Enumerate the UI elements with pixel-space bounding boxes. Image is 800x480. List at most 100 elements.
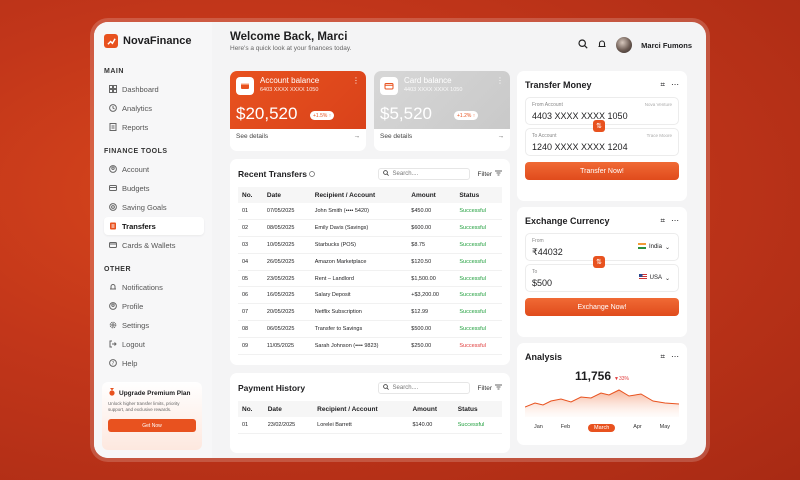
exchange-title: Exchange Currency (525, 216, 610, 226)
arrow-right-icon[interactable]: → (498, 133, 505, 140)
sidebar-item-notifications[interactable]: Notifications (104, 278, 204, 296)
card-growth-badge: +1.2% ↑ (454, 111, 479, 120)
card-balance-card[interactable]: Card balance 4403 XXXX XXXX 1050 ⋮ $5,52… (374, 71, 510, 151)
account-balance-card[interactable]: Account balance 6403 XXXX XXXX 1050 ⋮ $2… (230, 71, 366, 151)
sidebar-item-budgets[interactable]: Budgets (104, 179, 204, 197)
panel-title-text: Recent Transfers (238, 169, 307, 179)
table-row[interactable]: 03 10/05/2025 Starbucks (POS) $8.75 Successf… (238, 236, 502, 254)
table-row[interactable]: 01 23/02/2025 Lorelei Barrett $140.00 Succes… (238, 417, 502, 435)
search-input[interactable]: Search.... (377, 382, 470, 394)
cell-recipient: John Smith (•••• 5420) (310, 203, 408, 221)
cell-recipient: Sarah Johnson (•••• 9823) (310, 337, 408, 355)
cell-amount: $500.00 (407, 320, 456, 338)
scan-icon[interactable]: ⌗ (660, 216, 665, 226)
cell-date: 08/05/2025 (262, 219, 311, 238)
grid-icon (108, 85, 117, 94)
exchange-now-button[interactable]: Exchange Now! (525, 298, 679, 316)
more-icon[interactable]: ⋮ (352, 76, 360, 85)
sidebar-item-settings[interactable]: Settings (104, 316, 204, 334)
svg-text:?: ? (111, 361, 114, 367)
sidebar-item-label: Budgets (122, 183, 150, 193)
bell-icon[interactable] (597, 36, 607, 54)
search-input[interactable]: Search.... (377, 168, 470, 180)
sidebar-item-saving-goals[interactable]: Saving Goals (104, 198, 204, 216)
cell-no: 02 (238, 219, 263, 238)
search-icon[interactable] (578, 36, 588, 54)
currency-select-from[interactable]: India ⌄ (637, 243, 670, 251)
app-window: NovaFinance MAIN Dashboard Analytics Rep… (94, 22, 706, 458)
card-number: 4403 XXXX XXXX 1050 (404, 87, 463, 93)
cell-amount: $600.00 (407, 219, 456, 238)
exchange-to-field[interactable]: To $500 USA ⌄ (525, 264, 679, 292)
month-march[interactable]: March (588, 424, 616, 432)
more-icon[interactable]: ⋯ (671, 80, 679, 90)
chevron-down-icon: ⌄ (664, 244, 670, 251)
sidebar-item-analytics[interactable]: Analytics (104, 99, 204, 117)
sidebar-item-cards-wallets[interactable]: Cards & Wallets (104, 236, 204, 254)
logout-icon (108, 340, 117, 349)
get-now-button[interactable]: Get Now (108, 419, 196, 433)
left-column: Account balance 6403 XXXX XXXX 1050 ⋮ $2… (230, 71, 510, 453)
card-icon (108, 241, 117, 250)
sidebar-item-transfers[interactable]: Transfers (104, 217, 204, 235)
sidebar-item-label: Notifications (122, 282, 163, 292)
sidebar-item-profile[interactable]: Profile (104, 297, 204, 315)
more-icon[interactable]: ⋯ (671, 216, 679, 226)
cell-recipient: Emily Davis (Savings) (310, 219, 408, 238)
cell-recipient: Netflix Subscription (310, 303, 408, 322)
arrow-right-icon[interactable]: → (354, 133, 361, 140)
cell-status: Successful (455, 286, 502, 305)
swap-accounts-button[interactable]: ⇅ (593, 120, 605, 132)
scan-icon[interactable]: ⌗ (660, 352, 665, 362)
sidebar-item-logout[interactable]: Logout (104, 335, 204, 353)
see-details-link[interactable]: See details (236, 133, 268, 140)
table-row[interactable]: 09 11/05/2025 Sarah Johnson (•••• 9823) $25… (238, 337, 502, 355)
swap-currency-button[interactable]: ⇅ (593, 256, 605, 268)
cell-amount: $250.00 (407, 337, 456, 355)
table-row[interactable]: 05 23/05/2025 Rent – Landlord $1,500.00 Succ… (238, 270, 502, 288)
col-no: No. (238, 401, 264, 417)
table-row[interactable]: 01 07/05/2025 John Smith (•••• 5420) $450.0… (238, 203, 502, 221)
user-name[interactable]: Marci Fumons (641, 41, 692, 50)
sidebar-item-reports[interactable]: Reports (104, 118, 204, 136)
month-jan[interactable]: Jan (534, 424, 543, 432)
month-may[interactable]: May (660, 424, 670, 432)
cell-status: Successful (455, 270, 502, 288)
transfer-now-button[interactable]: Transfer Now! (525, 162, 679, 180)
sidebar: NovaFinance MAIN Dashboard Analytics Rep… (94, 22, 212, 458)
table-row[interactable]: 07 20/05/2025 Netflix Subscription $12.99 Su… (238, 303, 502, 322)
table-row[interactable]: 04 26/05/2025 Amazon Marketplace $120.50 Suc… (238, 253, 502, 271)
col-amount: Amount (408, 401, 454, 417)
avatar[interactable] (616, 37, 633, 53)
cell-date: 16/05/2025 (262, 286, 311, 305)
sidebar-item-account[interactable]: Account (104, 160, 204, 178)
month-apr[interactable]: Apr (633, 424, 642, 432)
account-growth-badge: +1.5% ↑ (310, 111, 335, 120)
filter-button[interactable]: Filter (478, 170, 502, 178)
more-icon[interactable]: ⋮ (496, 76, 504, 85)
currency-select-to[interactable]: USA ⌄ (638, 274, 670, 282)
account-icon (108, 165, 117, 174)
cell-status: Successful (453, 417, 502, 435)
currency-label: USA (649, 275, 662, 281)
see-details-link[interactable]: See details (380, 133, 412, 140)
brand[interactable]: NovaFinance (104, 34, 204, 48)
sidebar-item-help[interactable]: ? Help (104, 354, 204, 372)
filter-button[interactable]: Filter (478, 384, 502, 392)
cell-date: 07/05/2025 (262, 203, 311, 221)
cell-status: Successful (455, 320, 502, 338)
cell-recipient: Rent – Landlord (310, 270, 408, 288)
analysis-title: Analysis (525, 352, 563, 362)
sidebar-item-dashboard[interactable]: Dashboard (104, 80, 204, 98)
sidebar-item-label: Saving Goals (122, 202, 167, 212)
topbar-actions: Marci Fumons (578, 36, 692, 54)
table-row[interactable]: 08 06/05/2025 Transfer to Savings $500.00 Su… (238, 320, 502, 338)
filter-label: Filter (477, 384, 492, 392)
scan-icon[interactable]: ⌗ (660, 80, 665, 90)
more-icon[interactable]: ⋯ (671, 352, 679, 362)
table-row[interactable]: 02 08/05/2025 Emily Davis (Savings) $600.00… (238, 219, 502, 238)
month-feb[interactable]: Feb (561, 424, 570, 432)
table-row[interactable]: 06 16/05/2025 Salary Deposit +$3,200.00 Succ… (238, 286, 502, 305)
to-account-field[interactable]: To Account Trace Moore 1240 XXXX XXXX 12… (525, 128, 679, 156)
col-status: Status (453, 401, 502, 417)
